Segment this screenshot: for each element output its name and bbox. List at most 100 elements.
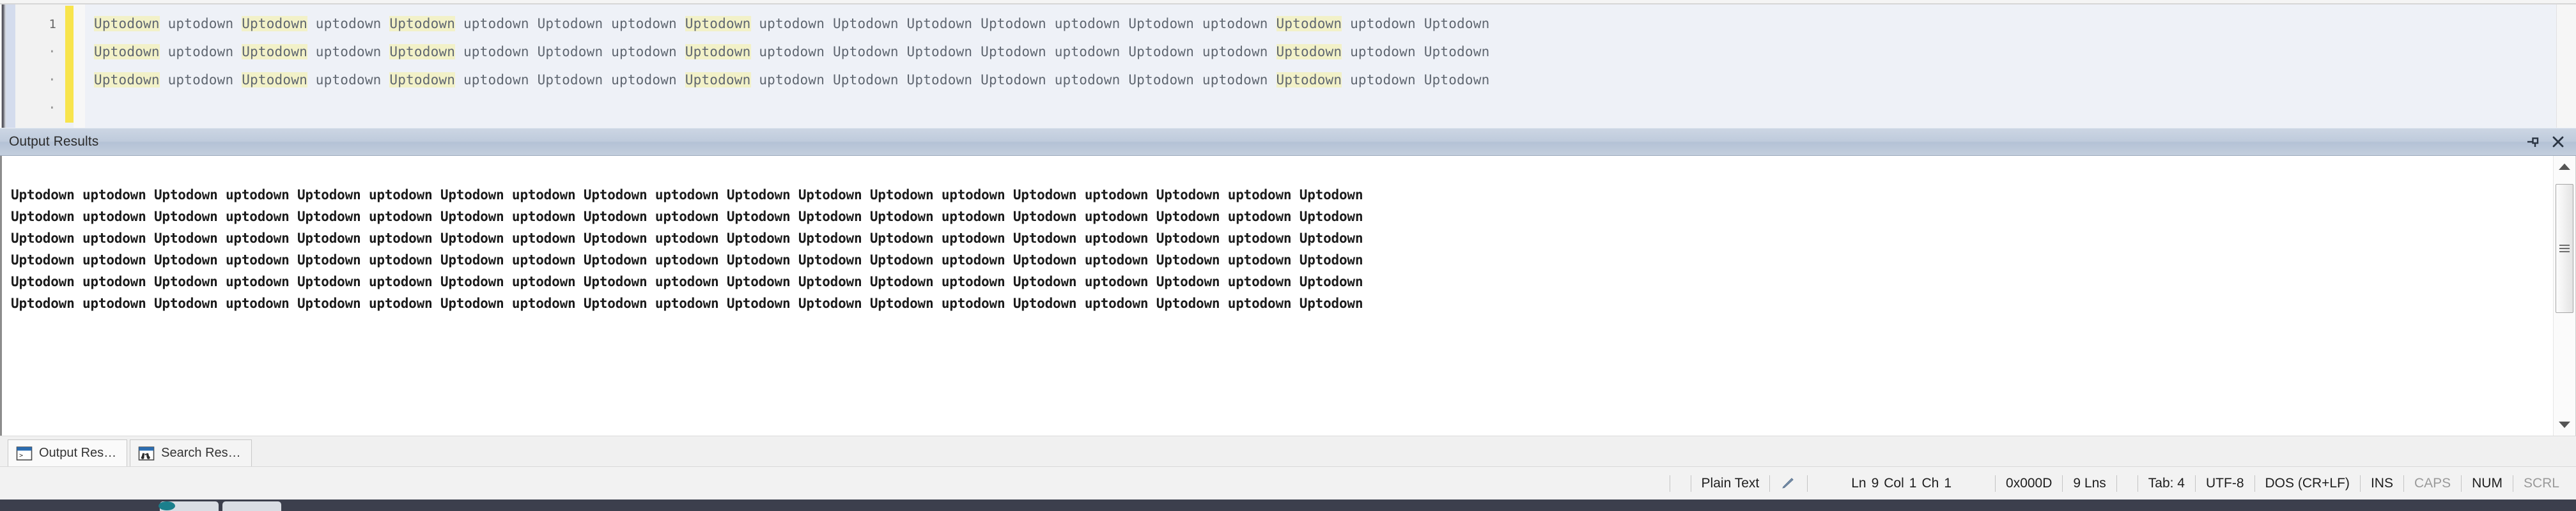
editor-word: Uptodown: [981, 44, 1046, 59]
tab-label: Output Res…: [39, 446, 117, 460]
output-line: Uptodown uptodown Uptodown uptodown Upto…: [11, 209, 1363, 224]
status-hex-value[interactable]: 0x000D: [1996, 476, 2062, 491]
tab-search-results[interactable]: Search Res…: [130, 439, 252, 466]
status-insert-mode[interactable]: INS: [2361, 476, 2403, 491]
scrollbar-thumb[interactable]: [2556, 184, 2573, 313]
status-line-count[interactable]: 9 Lns: [2063, 476, 2116, 491]
editor-word: Uptodown: [537, 16, 603, 31]
svg-text:>: >: [19, 452, 23, 459]
editor-word: Uptodown: [906, 44, 973, 59]
status-tab-size[interactable]: Tab: 4: [2138, 476, 2195, 491]
status-line-position[interactable]: Ln 9 Col 1 Ch 1: [1841, 476, 1962, 491]
editor-word: uptodown: [1054, 72, 1121, 88]
status-divider: [1807, 475, 1808, 492]
close-icon[interactable]: [2545, 131, 2571, 153]
tab-label: Search Res…: [161, 446, 241, 460]
search-match-highlight: Uptodown: [685, 16, 751, 31]
editor-word: uptodown: [463, 44, 529, 59]
search-match-highlight: Uptodown: [94, 16, 160, 31]
editor-word: uptodown: [315, 72, 382, 88]
output-text[interactable]: Uptodown uptodown Uptodown uptodown Upto…: [2, 156, 2553, 436]
output-line: Uptodown uptodown Uptodown uptodown Upto…: [11, 231, 1363, 246]
editor-word: uptodown: [611, 72, 677, 88]
editor-word: uptodown: [315, 44, 382, 59]
scroll-up-arrow-icon[interactable]: [2554, 156, 2575, 178]
editor-side-strip: [6, 4, 15, 128]
application-window: 1 · · · Uptodown uptodown Uptodown uptod…: [0, 0, 2576, 511]
wrap-marker: ·: [47, 100, 56, 116]
editor-word: Uptodown: [1424, 44, 1490, 59]
search-match-highlight: Uptodown: [389, 72, 456, 88]
editor-word: Uptodown: [1424, 72, 1490, 88]
search-match-highlight: Uptodown: [685, 44, 751, 59]
status-ch-label: Ch: [1921, 475, 1939, 491]
editor-word: uptodown: [759, 16, 825, 31]
pencil-icon[interactable]: [1770, 477, 1807, 491]
output-results-panel: Output Results Uptodown uptodown Uptodow…: [0, 128, 2576, 466]
editor-word: uptodown: [463, 72, 529, 88]
status-language[interactable]: Plain Text: [1691, 476, 1770, 491]
editor-word: uptodown: [759, 44, 825, 59]
editor-word: uptodown: [1350, 16, 1416, 31]
status-divider: [2116, 475, 2117, 492]
editor-region: 1 · · · Uptodown uptodown Uptodown uptod…: [0, 0, 2576, 128]
status-ln-label: Ln: [1851, 475, 1866, 491]
search-match-highlight: Uptodown: [242, 16, 307, 31]
editor-word: uptodown: [1202, 16, 1268, 31]
status-col-label: Col: [1884, 475, 1904, 491]
status-language-label: Plain Text: [1701, 475, 1760, 491]
editor-line: Uptodown uptodown Uptodown uptodown Upto…: [85, 66, 2556, 94]
editor-line: Uptodown uptodown Uptodown uptodown Upto…: [85, 38, 2556, 66]
output-line: Uptodown uptodown Uptodown uptodown Upto…: [11, 274, 1363, 289]
output-line: Uptodown uptodown Uptodown uptodown Upto…: [11, 187, 1363, 202]
status-eol[interactable]: DOS (CR+LF): [2255, 476, 2360, 491]
editor-word: uptodown: [167, 44, 234, 59]
editor-word: uptodown: [463, 16, 529, 31]
taskbar-window-button[interactable]: [222, 501, 281, 511]
tab-output-results[interactable]: > Output Res…: [8, 439, 128, 466]
editor-word: uptodown: [1350, 44, 1416, 59]
output-panel-title: Output Results: [9, 134, 99, 149]
editor-word: uptodown: [167, 72, 234, 88]
status-caps-lock: CAPS: [2414, 475, 2451, 491]
editor-word: uptodown: [1202, 44, 1268, 59]
scroll-down-arrow-icon[interactable]: [2554, 414, 2575, 436]
editor-word: Uptodown: [981, 16, 1046, 31]
output-vertical-scrollbar[interactable]: [2553, 156, 2575, 436]
editor-vertical-scrollbar[interactable]: [2556, 4, 2576, 128]
editor-word: Uptodown: [906, 16, 973, 31]
output-panel-titlebar[interactable]: Output Results: [0, 128, 2576, 156]
editor-word: uptodown: [759, 72, 825, 88]
binoculars-icon: [138, 446, 155, 461]
taskbar-indicator-icon: [159, 501, 175, 510]
pin-icon[interactable]: [2520, 131, 2545, 153]
editor-word: uptodown: [167, 16, 234, 31]
window-frame-edge: [0, 4, 6, 128]
status-encoding[interactable]: UTF-8: [2196, 476, 2254, 491]
scrollbar-track[interactable]: [2554, 178, 2575, 414]
console-window-icon: >: [16, 446, 33, 461]
search-match-highlight: Uptodown: [94, 72, 160, 88]
search-match-highlight: Uptodown: [94, 44, 160, 59]
editor-word: uptodown: [611, 16, 677, 31]
line-number: 1: [49, 17, 56, 31]
top-divider: [0, 0, 2576, 4]
search-match-highlight: Uptodown: [1276, 16, 1342, 31]
search-match-highlight: Uptodown: [1276, 44, 1342, 59]
dock-tabstrip: > Output Res… Search Res…: [0, 436, 2576, 466]
search-match-highlight: Uptodown: [242, 44, 307, 59]
editor-body[interactable]: 1 · · · Uptodown uptodown Uptodown uptod…: [0, 4, 2576, 128]
status-scroll-lock: SCRL: [2523, 475, 2559, 491]
editor-word: Uptodown: [537, 44, 603, 59]
editor-word: uptodown: [1350, 72, 1416, 88]
editor-line: Uptodown uptodown Uptodown uptodown Upto…: [85, 10, 2556, 38]
editor-word: Uptodown: [1128, 44, 1195, 59]
editor-text-area[interactable]: Uptodown uptodown Uptodown uptodown Upto…: [85, 4, 2556, 128]
gutter-spacer: [74, 4, 85, 128]
editor-word: Uptodown: [832, 44, 899, 59]
editor-word: Uptodown: [832, 16, 899, 31]
editor-word: Uptodown: [537, 72, 603, 88]
search-match-highlight: Uptodown: [685, 72, 751, 88]
search-match-highlight: Uptodown: [1276, 72, 1342, 88]
editor-word: uptodown: [315, 16, 382, 31]
